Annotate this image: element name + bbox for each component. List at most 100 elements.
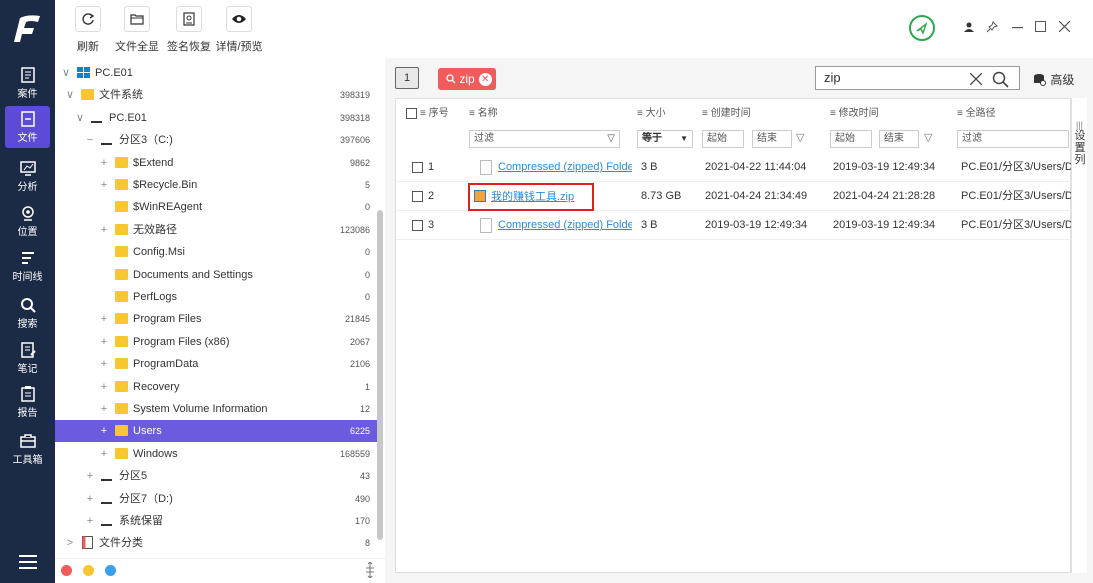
path-filter-input[interactable]: 过滤 — [957, 130, 1069, 148]
tree-item[interactable]: ∨ 文件系统 398319 — [55, 84, 377, 106]
user-icon[interactable] — [963, 21, 975, 33]
tree-item[interactable]: ∨ PC.E01 — [55, 62, 377, 84]
row-checkbox[interactable] — [412, 191, 423, 202]
tree-item[interactable]: + 系统保留 170 — [55, 510, 377, 532]
nav-item-analysis[interactable]: 分析 — [5, 155, 50, 197]
nav-item-file[interactable]: 文件 — [5, 106, 50, 148]
search-input[interactable]: zip — [815, 66, 1020, 90]
blue-dot[interactable] — [105, 565, 116, 576]
expand-toggle[interactable]: − — [85, 129, 95, 151]
tree-scrollbar[interactable] — [377, 210, 383, 540]
expand-toggle[interactable]: + — [99, 420, 109, 442]
tree-item[interactable]: + 分区7（D:) 490 — [55, 488, 377, 510]
expand-toggle[interactable]: + — [99, 376, 109, 398]
tag-close-icon[interactable]: ✕ — [478, 73, 492, 87]
select-all-checkbox[interactable] — [406, 108, 417, 119]
size-operator-select[interactable]: 等于 ▼ — [637, 130, 693, 148]
status-indicator[interactable] — [909, 15, 935, 41]
expand-toggle[interactable]: + — [85, 510, 95, 532]
red-dot[interactable] — [61, 565, 72, 576]
col-modified-header[interactable]: ≡ 修改时间 — [830, 103, 879, 125]
created-end-input[interactable]: 结束 — [752, 130, 792, 148]
details-preview-button[interactable]: 详情/预览 — [213, 6, 265, 54]
created-filter-icon[interactable]: ▽ — [796, 131, 804, 144]
tree-item[interactable]: − 分区3（C:) 397606 — [55, 129, 377, 151]
expand-toggle[interactable]: + — [99, 174, 109, 196]
advanced-search-button[interactable]: 高级 — [1033, 71, 1074, 88]
expand-toggle[interactable]: ∨ — [65, 84, 75, 106]
col-index-header[interactable]: ≡ 序号 — [420, 103, 449, 125]
expand-toggle[interactable]: + — [99, 331, 109, 353]
expand-toggle[interactable]: + — [85, 465, 95, 487]
expand-toggle[interactable]: + — [85, 488, 95, 510]
nav-item-report[interactable]: 报告 — [5, 381, 50, 423]
column-settings-button[interactable]: ||| 设置列 — [1071, 98, 1087, 573]
nav-item-note[interactable]: 笔记 — [5, 337, 50, 379]
tree-item[interactable]: Documents and Settings 0 — [55, 264, 377, 286]
tree-item[interactable]: + $Extend 9862 — [55, 152, 377, 174]
col-name-header[interactable]: ≡ 名称 — [469, 103, 498, 125]
expand-toggle[interactable]: + — [99, 443, 109, 465]
pin-icon[interactable] — [986, 21, 998, 33]
expand-toggle[interactable]: ∨ — [61, 62, 71, 84]
col-size-header[interactable]: ≡ 大小 — [637, 103, 666, 125]
expand-toggle[interactable]: + — [99, 152, 109, 174]
maximize-icon[interactable] — [1035, 21, 1046, 32]
tree-item[interactable]: + Program Files (x86) 2067 — [55, 331, 377, 353]
tree-item[interactable]: + 分区5 43 — [55, 465, 377, 487]
row-checkbox[interactable] — [412, 220, 423, 231]
tree-item[interactable]: PerfLogs 0 — [55, 286, 377, 308]
refresh-button[interactable]: 刷新 — [73, 6, 103, 54]
modified-filter-icon[interactable]: ▽ — [924, 131, 932, 144]
search-tag[interactable]: zip ✕ — [438, 68, 496, 90]
expand-toggle[interactable]: + — [99, 308, 109, 330]
col-path-header[interactable]: ≡ 全路径 — [957, 103, 996, 125]
nav-item-search[interactable]: 搜索 — [5, 292, 50, 334]
tree-item[interactable]: + $Recycle.Bin 5 — [55, 174, 377, 196]
tab-number[interactable]: 1 — [395, 67, 419, 89]
file-name-link[interactable]: Compressed (zipped) Folder — [498, 219, 632, 231]
col-created-header[interactable]: ≡ 创建时间 — [702, 103, 751, 125]
tree-item[interactable]: $WinREAgent 0 — [55, 196, 377, 218]
close-icon[interactable] — [1059, 21, 1070, 32]
file-name-cell[interactable]: Compressed (zipped) Folder — [498, 211, 632, 240]
file-name-cell[interactable]: 我的赚钱工具.zip — [468, 183, 594, 211]
file-name-link[interactable]: 我的赚钱工具.zip — [491, 191, 574, 203]
name-filter-input[interactable]: 过滤 ▽ — [469, 130, 620, 148]
nav-item-timeline[interactable]: 时间线 — [5, 245, 50, 287]
search-icon[interactable] — [992, 71, 1010, 89]
tree-item[interactable]: > 文件分类 8 — [55, 532, 377, 554]
file-name-link[interactable]: Compressed (zipped) Folder — [498, 161, 632, 173]
signature-restore-button[interactable]: 签名恢复 — [165, 6, 213, 54]
tree-item[interactable]: + Users 6225 — [55, 420, 377, 443]
expand-toggle[interactable]: + — [99, 219, 109, 241]
file-overview-button[interactable]: 文件全显 — [113, 6, 161, 54]
table-row[interactable]: 2 我的赚钱工具.zip 8.73 GB 2021-04-24 21:34:49 202… — [396, 182, 1072, 211]
tree-item[interactable]: ∨ PC.E01 398318 — [55, 107, 377, 129]
nav-item-location[interactable]: 位置 — [5, 200, 50, 242]
tree-item[interactable]: + Windows 168559 — [55, 443, 377, 465]
tree-item[interactable]: Config.Msi 0 — [55, 241, 377, 263]
file-name-cell[interactable]: Compressed (zipped) Folder — [498, 153, 632, 182]
created-start-input[interactable]: 起始 — [702, 130, 744, 148]
menu-icon[interactable] — [19, 555, 37, 569]
expand-toggle[interactable]: + — [99, 353, 109, 375]
row-checkbox[interactable] — [412, 162, 423, 173]
modified-start-input[interactable]: 起始 — [830, 130, 872, 148]
nav-item-case[interactable]: 案件 — [5, 62, 50, 104]
resize-handle-icon[interactable] — [365, 562, 375, 578]
expand-toggle[interactable]: + — [99, 398, 109, 420]
tree-item[interactable]: + Program Files 21845 — [55, 308, 377, 330]
yellow-dot[interactable] — [83, 565, 94, 576]
tree-item[interactable]: + ProgramData 2106 — [55, 353, 377, 375]
table-row[interactable]: 1 Compressed (zipped) Folder 3 B 2021-04-22… — [396, 153, 1072, 182]
expand-toggle[interactable]: ∨ — [75, 107, 85, 129]
nav-item-toolbox[interactable]: 工具箱 — [5, 428, 50, 470]
clear-search-icon[interactable] — [970, 73, 982, 85]
tree-item[interactable]: + 无效路径 123086 — [55, 219, 377, 241]
filter-icon[interactable]: ▽ — [607, 131, 615, 147]
tree-item[interactable]: + System Volume Information 12 — [55, 398, 377, 420]
tree-item[interactable]: + Recovery 1 — [55, 376, 377, 398]
modified-end-input[interactable]: 结束 — [879, 130, 919, 148]
minimize-icon[interactable] — [1012, 27, 1023, 29]
